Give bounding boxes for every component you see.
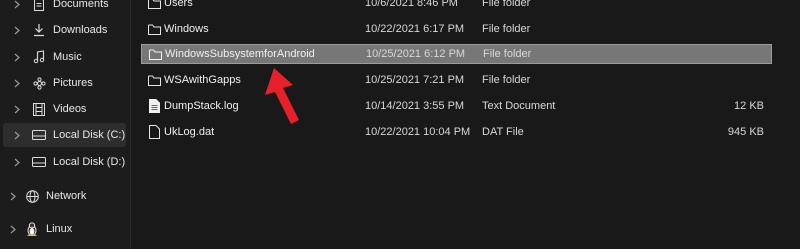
- sidebar-item-linux[interactable]: Linux: [3, 217, 126, 241]
- file-name: Windows: [164, 23, 209, 35]
- file-row[interactable]: Windows 10/22/2021 6:17 PM File folder: [141, 19, 772, 39]
- sidebar-item-label: Local Disk (D:): [53, 156, 126, 168]
- file-icon: [147, 125, 161, 139]
- sidebar-item-label: Pictures: [53, 77, 93, 89]
- network-icon: [25, 189, 39, 203]
- sidebar-item-label: Linux: [46, 223, 73, 235]
- drive-icon: [32, 155, 46, 169]
- folder-icon: [147, 0, 161, 10]
- file-name: Users: [164, 0, 193, 9]
- file-type: DAT File: [482, 126, 524, 138]
- file-row[interactable]: Users 10/6/2021 8:46 PM File folder: [141, 0, 772, 13]
- folder-icon: [147, 73, 161, 87]
- file-size: 12 KB: [734, 100, 764, 112]
- chevron-right-icon[interactable]: [14, 53, 24, 62]
- file-date: 10/25/2021 6:12 PM: [366, 48, 466, 60]
- file-row[interactable]: DumpStack.log 10/14/2021 3:55 PM Text Do…: [141, 96, 772, 116]
- annotation-arrow-icon: [265, 68, 299, 124]
- sidebar-item-local-disk-c[interactable]: Local Disk (C:): [3, 123, 126, 147]
- sidebar-item-label: Music: [53, 51, 82, 63]
- chevron-right-icon[interactable]: [10, 225, 20, 234]
- sidebar-item-documents[interactable]: Documents: [3, 0, 126, 16]
- file-type: Text Document: [482, 100, 556, 112]
- text-file-icon: [147, 99, 161, 113]
- sidebar-item-videos[interactable]: Videos: [3, 97, 126, 121]
- download-icon: [32, 23, 46, 37]
- chevron-right-icon[interactable]: [14, 79, 24, 88]
- file-row[interactable]: WSAwithGapps 10/25/2021 7:21 PM File fol…: [141, 70, 772, 90]
- file-type: File folder: [482, 23, 531, 35]
- document-icon: [32, 0, 46, 11]
- chevron-right-icon[interactable]: [14, 131, 24, 140]
- sidebar-item-pictures[interactable]: Pictures: [3, 71, 126, 95]
- chevron-right-icon[interactable]: [14, 0, 24, 9]
- file-row[interactable]: WindowsSubsystemforAndroid 10/25/2021 6:…: [141, 44, 772, 64]
- sidebar-item-music[interactable]: Music: [3, 45, 126, 69]
- pictures-icon: [32, 76, 46, 90]
- navigation-pane: Documents Downloads Music Pictures Video…: [0, 0, 131, 249]
- chevron-right-icon[interactable]: [14, 26, 24, 35]
- file-name: UkLog.dat: [164, 126, 215, 138]
- sidebar-item-label: Downloads: [53, 24, 108, 36]
- file-date: 10/14/2021 3:55 PM: [365, 100, 465, 112]
- file-name: DumpStack.log: [164, 100, 239, 112]
- file-type: File folder: [482, 74, 531, 86]
- file-type: File folder: [483, 48, 532, 60]
- file-list: Users 10/6/2021 8:46 PM File folder Wind…: [131, 0, 800, 249]
- file-type: File folder: [482, 0, 531, 9]
- sidebar-item-label: Local Disk (C:): [53, 129, 126, 141]
- file-size: 945 KB: [727, 126, 764, 138]
- sidebar-item-label: Videos: [53, 103, 87, 115]
- chevron-right-icon[interactable]: [10, 192, 20, 201]
- sidebar-item-local-disk-d[interactable]: Local Disk (D:): [3, 150, 126, 174]
- file-name: WSAwithGapps: [164, 74, 241, 86]
- chevron-right-icon[interactable]: [14, 158, 24, 167]
- sidebar-item-network[interactable]: Network: [3, 184, 126, 208]
- folder-icon: [147, 22, 161, 36]
- sidebar-item-downloads[interactable]: Downloads: [3, 18, 126, 42]
- chevron-right-icon[interactable]: [14, 105, 24, 114]
- file-date: 10/6/2021 8:46 PM: [365, 0, 458, 9]
- drive-icon: [32, 128, 46, 142]
- file-name: WindowsSubsystemforAndroid: [165, 48, 315, 60]
- music-icon: [32, 50, 46, 64]
- linux-icon: [25, 222, 39, 236]
- file-date: 10/22/2021 10:04 PM: [365, 126, 471, 138]
- file-date: 10/25/2021 7:21 PM: [365, 74, 465, 86]
- file-row[interactable]: UkLog.dat 10/22/2021 10:04 PM DAT File 9…: [141, 122, 772, 142]
- folder-icon: [148, 47, 162, 61]
- sidebar-item-label: Network: [46, 190, 87, 202]
- sidebar-item-label: Documents: [53, 0, 109, 10]
- videos-icon: [32, 102, 46, 116]
- file-date: 10/22/2021 6:17 PM: [365, 23, 465, 35]
